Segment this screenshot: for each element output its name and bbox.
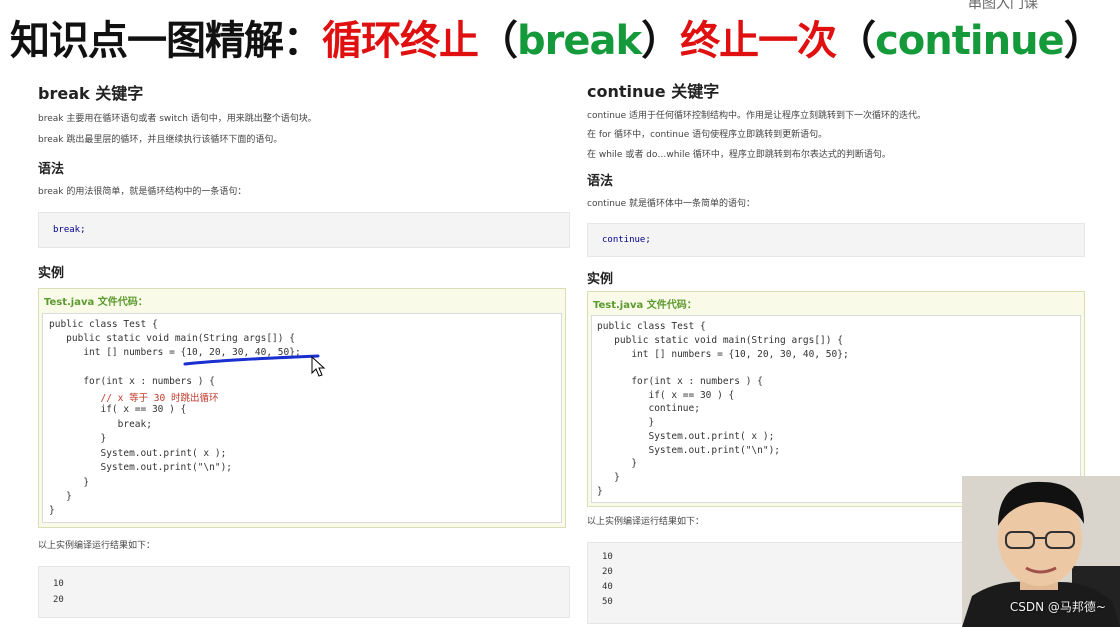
continue-code-line: for(int x : numbers ) {	[597, 376, 763, 387]
title-part-terminate-once: 终止一次	[680, 18, 837, 64]
continue-syntax-heading: 语法	[587, 174, 614, 189]
break-syntax-code: break;	[53, 225, 86, 235]
break-code-block: public class Test { public static void m…	[42, 313, 562, 523]
title-paren-open-1: （	[478, 18, 518, 64]
break-syntax-code-box: break;	[38, 212, 570, 248]
break-para-2: break 跳出最里层的循环，并且继续执行该循环下面的语句。	[38, 135, 283, 145]
title-paren-close-1: ）	[641, 18, 681, 64]
break-output-line: 20	[53, 595, 64, 605]
continue-para-3: 在 while 或者 do…while 循环中，程序立即跳转到布尔表达式的判断语…	[587, 150, 891, 160]
continue-code-line: }	[597, 486, 603, 497]
break-para-1: break 主要用在循环语句或者 switch 语句中，用来跳出整个语句块。	[38, 114, 317, 124]
break-syntax-desc: break 的用法很简单，就是循环结构中的一条语句：	[38, 187, 247, 197]
continue-code-line: }	[597, 458, 638, 469]
break-code-comment: // x 等于 30 时跳出循环	[49, 393, 219, 404]
continue-heading: continue 关键字	[587, 82, 720, 101]
break-heading: break 关键字	[38, 84, 144, 103]
continue-code-line: continue;	[597, 403, 700, 414]
break-code-line: }	[49, 505, 55, 516]
break-code-line: }	[49, 477, 90, 488]
continue-example-label: Test.java 文件代码：	[593, 300, 697, 311]
break-output-box: 10 20	[38, 566, 570, 618]
continue-code-line: if( x == 30 ) {	[597, 390, 735, 401]
continue-code-line: System.out.print( x );	[597, 431, 775, 442]
break-output-line: 10	[53, 579, 64, 589]
continue-syntax-code: continue;	[602, 235, 651, 245]
break-code-line: public static void main(String args[]) {	[49, 333, 295, 344]
continue-code-line: public class Test {	[597, 321, 706, 332]
break-example-box: Test.java 文件代码： public class Test { publ…	[38, 288, 566, 528]
continue-example-box: Test.java 文件代码： public class Test { publ…	[587, 291, 1085, 507]
break-code-line: System.out.print("\n");	[49, 462, 233, 473]
continue-code-line: }	[597, 472, 620, 483]
title-part-intro: 知识点一图精解：	[10, 18, 323, 64]
continue-output-line: 40	[602, 582, 613, 592]
continue-syntax-desc: continue 就是循环体中一条简单的语句：	[587, 199, 755, 209]
corner-text: 串图入门课	[968, 0, 1038, 10]
continue-output-line: 20	[602, 567, 613, 577]
break-example-label: Test.java 文件代码：	[44, 297, 148, 308]
title-part-loop-terminate: 循环终止	[322, 18, 479, 64]
break-code-line: }	[49, 491, 72, 502]
break-code-line: break;	[49, 419, 152, 430]
break-code-line: System.out.print( x );	[49, 448, 227, 459]
continue-result-desc: 以上实例编译运行结果如下：	[587, 517, 705, 527]
break-syntax-heading: 语法	[38, 162, 65, 177]
break-code-line: for(int x : numbers ) {	[49, 376, 215, 387]
continue-output-line: 10	[602, 552, 613, 562]
continue-code-line: }	[597, 417, 655, 428]
break-example-heading: 实例	[38, 266, 65, 281]
continue-para-1: continue 适用于任何循环控制结构中。作用是让程序立刻跳转到下一次循环的迭…	[587, 111, 926, 121]
break-code-line: }	[49, 433, 107, 444]
title-paren-open-2: （	[836, 18, 876, 64]
break-code-line: public class Test {	[49, 319, 158, 330]
annotation-underline	[183, 354, 320, 366]
page-title: 知识点一图精解：循环终止（break）终止一次（continue）	[10, 8, 1104, 66]
csdn-watermark: CSDN @马邦德~	[1009, 600, 1106, 614]
continue-example-heading: 实例	[587, 272, 614, 287]
continue-code-line: int [] numbers = {10, 20, 30, 40, 50};	[597, 349, 849, 360]
title-part-break: break	[517, 18, 642, 64]
continue-para-2: 在 for 循环中，continue 语句使程序立即跳转到更新语句。	[587, 130, 828, 140]
title-paren-close-2: ）	[1063, 18, 1104, 64]
break-panel: break 关键字 break 主要用在循环语句或者 switch 语句中，用来…	[32, 70, 582, 627]
break-result-desc: 以上实例编译运行结果如下：	[38, 541, 156, 551]
title-part-continue: continue	[875, 18, 1065, 64]
continue-syntax-code-box: continue;	[587, 223, 1085, 257]
continue-code-line: public static void main(String args[]) {	[597, 335, 843, 346]
continue-output-line: 50	[602, 597, 613, 607]
presenter-video: CSDN @马邦德~	[962, 476, 1120, 627]
break-code-line: if( x == 30 ) {	[49, 404, 187, 415]
title-bar: 知识点一图精解：循环终止（break）终止一次（continue） 串图入门课	[0, 0, 1120, 70]
mouse-cursor-icon	[311, 356, 326, 377]
continue-code-line: System.out.print("\n");	[597, 445, 781, 456]
continue-code-block: public class Test { public static void m…	[591, 315, 1081, 503]
